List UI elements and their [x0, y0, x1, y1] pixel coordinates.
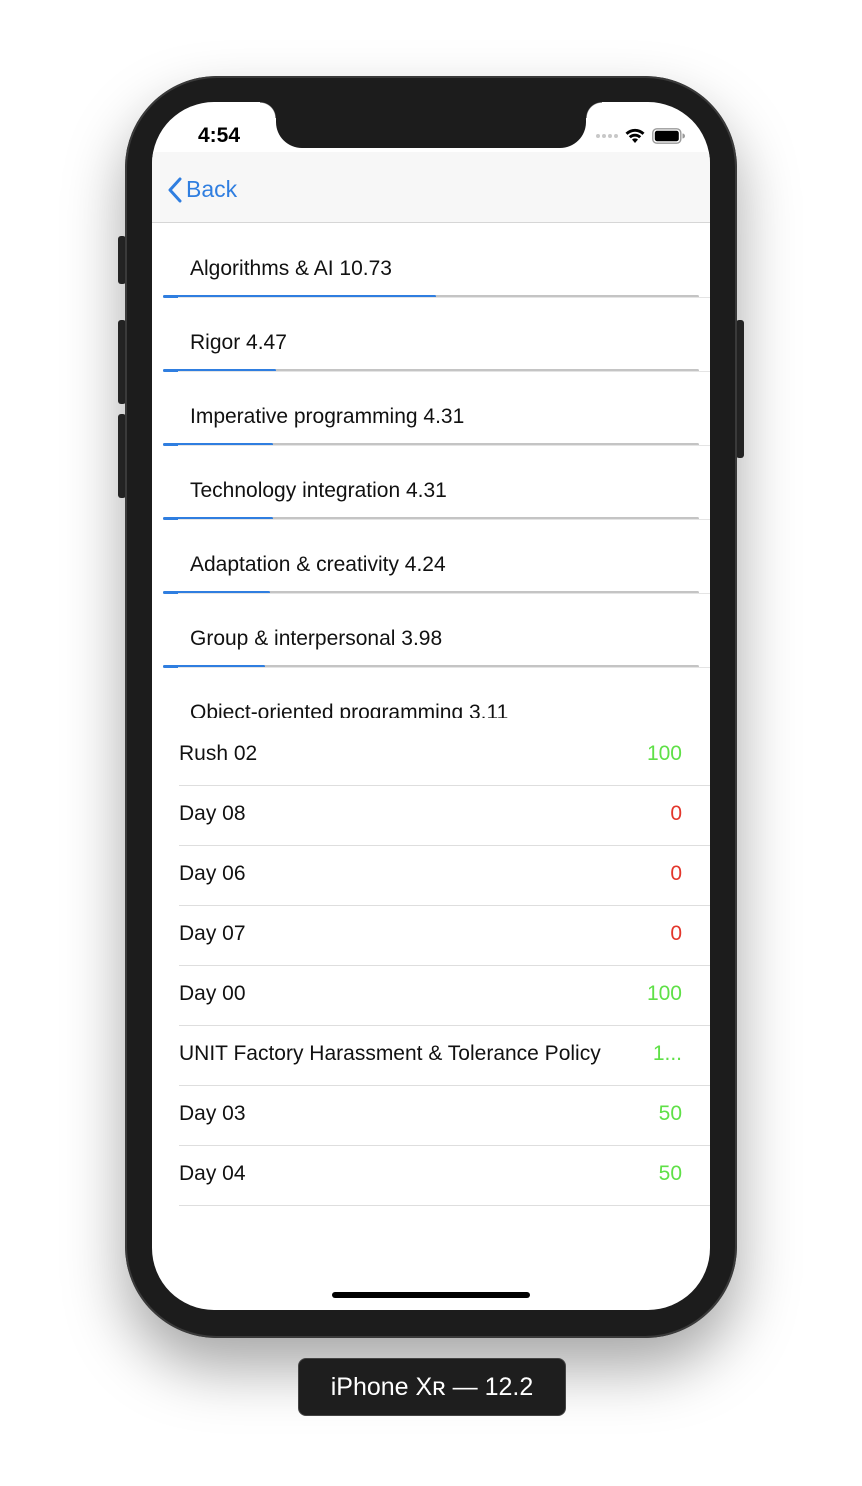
skill-row: Algorithms & AI 10.73 — [152, 223, 710, 298]
project-row[interactable]: Day 00 100 — [179, 966, 710, 1026]
project-row[interactable]: Day 04 50 — [179, 1146, 710, 1206]
skill-row: Adaptation & creativity 4.24 — [152, 519, 710, 594]
chevron-left-icon — [168, 177, 182, 202]
project-name: Day 04 — [179, 1162, 246, 1185]
project-mark: 50 — [658, 1162, 682, 1185]
battery-icon — [652, 128, 685, 144]
project-name: UNIT Factory Harassment & Tolerance Poli… — [179, 1042, 601, 1065]
project-mark: 1... — [652, 1042, 682, 1065]
home-indicator[interactable] — [332, 1292, 530, 1298]
project-row[interactable]: Day 07 0 — [179, 906, 710, 966]
project-mark: 0 — [670, 862, 682, 885]
row-separator — [178, 445, 710, 446]
status-icons — [596, 126, 686, 146]
back-button[interactable]: Back — [168, 176, 237, 203]
project-row[interactable]: Day 08 0 — [179, 786, 710, 846]
skills-list[interactable]: Algorithms & AI 10.73 Rigor 4.47 Imperativ… — [152, 223, 710, 718]
project-name: Day 08 — [179, 802, 246, 825]
cellular-signal-icon — [596, 134, 618, 138]
skill-row: Rigor 4.47 — [152, 297, 710, 372]
power-button — [736, 320, 744, 458]
project-row[interactable]: Day 03 50 — [179, 1086, 710, 1146]
project-mark: 100 — [646, 742, 682, 765]
skill-label: Object-oriented programming 3.11 — [190, 701, 509, 718]
project-row[interactable]: Day 06 0 — [179, 846, 710, 906]
row-separator — [178, 371, 710, 372]
skill-label: Group & interpersonal 3.98 — [190, 627, 443, 650]
project-name: Day 00 — [179, 982, 246, 1005]
wifi-icon — [625, 128, 645, 143]
phone-screen: 4:54 Back Algorithms & AI 10.73 Rigor 4.4… — [152, 102, 710, 1310]
project-row[interactable]: Rush 02 100 — [179, 726, 710, 786]
status-time: 4:54 — [198, 124, 241, 147]
skill-label: Algorithms & AI 10.73 — [190, 257, 392, 280]
project-name: Day 06 — [179, 862, 246, 885]
row-separator — [178, 667, 710, 668]
project-name: Day 07 — [179, 922, 246, 945]
navigation-bar: Back — [152, 152, 710, 223]
project-name: Rush 02 — [179, 742, 258, 765]
project-mark: 0 — [670, 922, 682, 945]
project-name: Day 03 — [179, 1102, 246, 1125]
device-label: iPhone Xʀ — 12.2 — [298, 1358, 566, 1416]
project-mark: 0 — [670, 802, 682, 825]
notch — [260, 102, 602, 148]
row-separator — [178, 519, 710, 520]
row-separator — [178, 297, 710, 298]
projects-list[interactable]: Rush 02 100 Day 08 0 Day 06 0 Day 07 0 Day 00 100… — [152, 726, 710, 1206]
skill-label: Rigor 4.47 — [190, 331, 287, 354]
skill-label: Adaptation & creativity 4.24 — [190, 553, 446, 576]
back-label: Back — [186, 176, 238, 202]
project-row[interactable]: UNIT Factory Harassment & Tolerance Poli… — [179, 1026, 710, 1086]
skill-label: Imperative programming 4.31 — [190, 405, 465, 428]
project-mark: 50 — [658, 1102, 682, 1125]
skill-row: Imperative programming 4.31 — [152, 371, 710, 446]
row-separator — [178, 593, 710, 594]
skill-row: Technology integration 4.31 — [152, 445, 710, 520]
skill-label: Technology integration 4.31 — [190, 479, 447, 502]
skill-row: Group & interpersonal 3.98 — [152, 593, 710, 668]
project-mark: 100 — [646, 982, 682, 1005]
skill-row: Object-oriented programming 3.11 — [152, 667, 710, 718]
